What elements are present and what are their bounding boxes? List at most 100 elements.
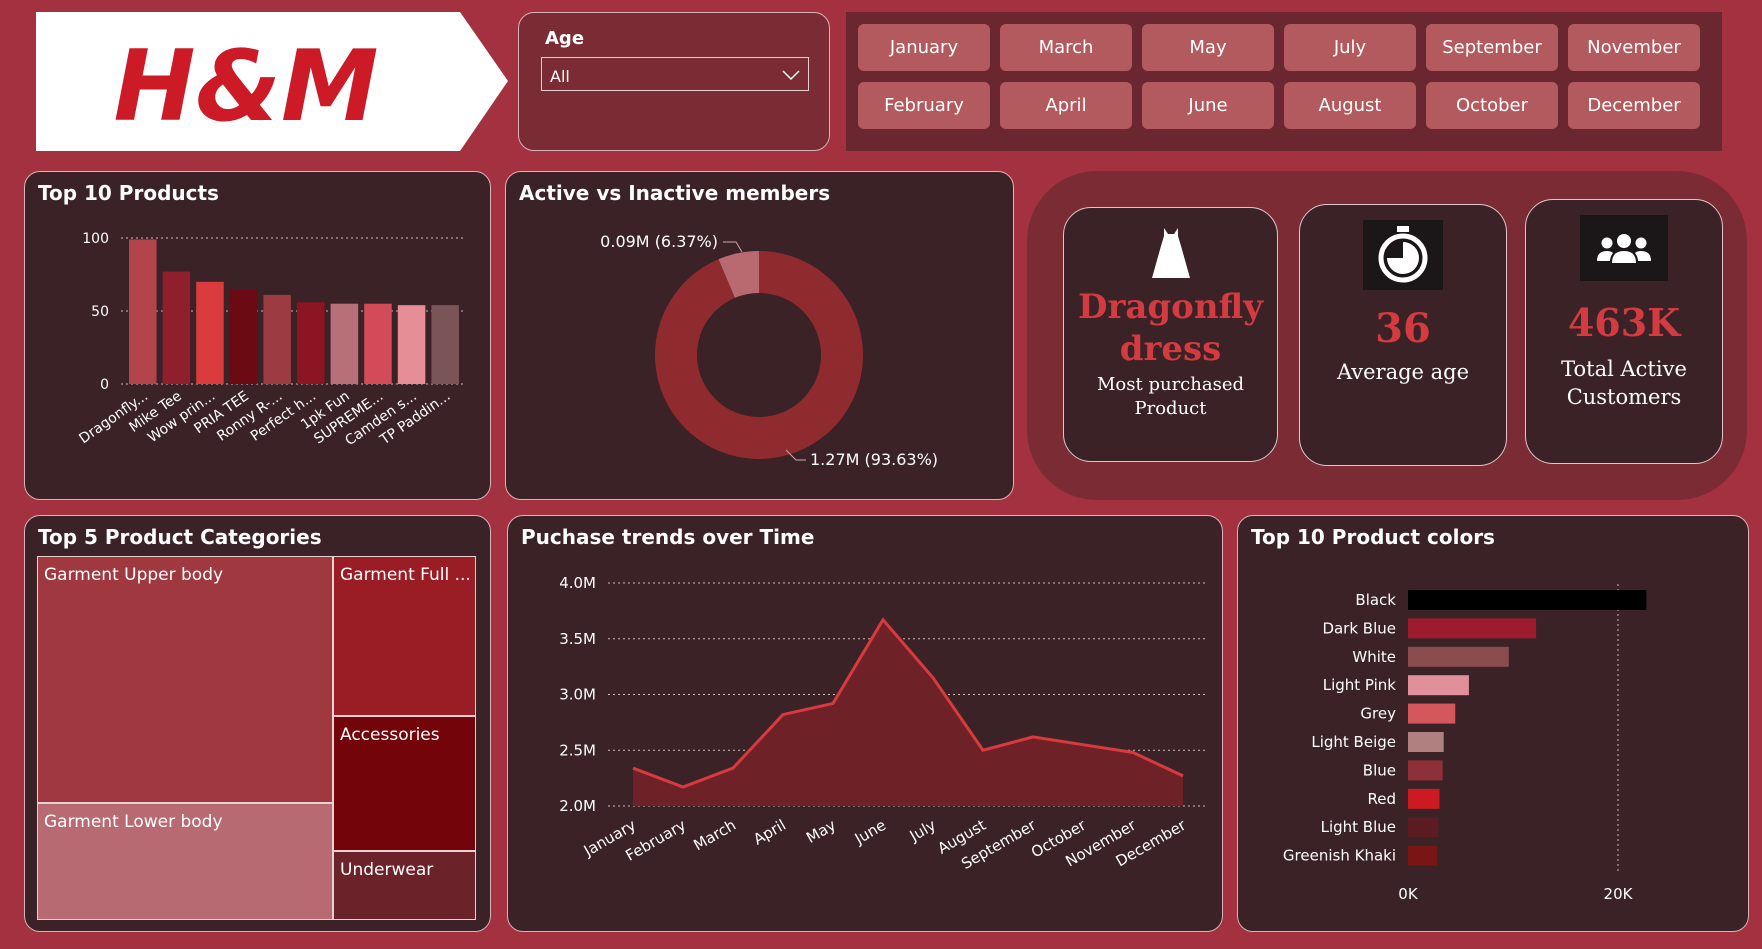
age-filter-card: Age All bbox=[518, 12, 830, 151]
x-tick-label: July bbox=[906, 816, 939, 846]
bar bbox=[431, 305, 459, 384]
treemap-label: Garment Full ... bbox=[340, 565, 471, 585]
month-button-june[interactable]: June bbox=[1142, 82, 1274, 129]
treemap-cell[interactable]: Garment Upper body bbox=[37, 556, 333, 803]
inactive-label: 0.09M (6.37%) bbox=[600, 232, 718, 251]
month-button-october[interactable]: October bbox=[1426, 82, 1558, 129]
bar bbox=[364, 303, 392, 384]
treemap-cell[interactable]: Garment Lower body bbox=[37, 803, 333, 920]
active-label: 1.27M (93.63%) bbox=[810, 450, 938, 469]
y-tick-label: 4.0M bbox=[559, 574, 596, 592]
age-label: Age bbox=[545, 28, 585, 49]
kpi-most-purchased: Dragonfly dress Most purchased Product bbox=[1063, 207, 1278, 462]
month-slicer: January March May July September Novembe… bbox=[846, 12, 1722, 151]
bar bbox=[229, 289, 258, 384]
bar bbox=[1408, 618, 1537, 639]
treemap-label: Garment Upper body bbox=[44, 565, 224, 585]
bar bbox=[330, 303, 359, 384]
month-button-august[interactable]: August bbox=[1284, 82, 1416, 129]
kpi-product-label2: Product bbox=[1134, 398, 1207, 419]
donut-slice bbox=[655, 251, 863, 459]
y-tick-label: White bbox=[1352, 648, 1396, 666]
bar bbox=[1408, 760, 1443, 781]
month-button-april[interactable]: April bbox=[1000, 82, 1132, 129]
y-tick-label: Black bbox=[1355, 591, 1396, 609]
categories-card: Top 5 Product Categories Garment Upper b… bbox=[24, 515, 491, 932]
month-button-may[interactable]: May bbox=[1142, 24, 1274, 71]
bar bbox=[1408, 817, 1439, 838]
bar bbox=[1408, 646, 1509, 667]
stopwatch-icon-box bbox=[1363, 220, 1443, 290]
kpi-product-line2: dress bbox=[1119, 329, 1222, 369]
treemap-cell[interactable]: Garment Full ... bbox=[333, 556, 476, 716]
top-products-chart: 050100Dragonfly...Mike TeeWow prin...PRI… bbox=[76, 231, 465, 449]
y-tick-label: 2.0M bbox=[559, 797, 596, 815]
trends-title: Puchase trends over Time bbox=[521, 525, 815, 549]
people-icon-box bbox=[1580, 215, 1668, 281]
y-tick-label: 3.5M bbox=[559, 630, 596, 648]
stopwatch-icon bbox=[1378, 226, 1428, 283]
leader-line bbox=[723, 241, 743, 253]
kpi-age-label: Average age bbox=[1336, 360, 1470, 384]
colors-title: Top 10 Product colors bbox=[1251, 525, 1495, 549]
kpi-product-label: Most purchased Product bbox=[1064, 373, 1277, 421]
x-tick-label: June bbox=[851, 816, 889, 848]
x-tick-label: 20K bbox=[1604, 885, 1634, 903]
y-tick-label: Blue bbox=[1363, 761, 1396, 779]
bar bbox=[196, 281, 224, 384]
kpi-customers-value: 463K bbox=[1567, 300, 1681, 345]
bar bbox=[1408, 845, 1438, 866]
kpi-customers-label2: Customers bbox=[1566, 385, 1682, 409]
bar bbox=[162, 271, 191, 384]
y-tick-label: Grey bbox=[1360, 705, 1396, 723]
members-card: Active vs Inactive members 0.09M (6.37%)… bbox=[505, 171, 1014, 500]
x-tick-label: April bbox=[750, 816, 789, 849]
colors-card: Top 10 Product colors 0K 20K Black Dark Blu… bbox=[1237, 515, 1749, 932]
month-button-march[interactable]: March bbox=[1000, 24, 1132, 71]
age-dropdown[interactable]: All bbox=[541, 57, 809, 91]
y-tick-label: 2.5M bbox=[559, 741, 596, 759]
members-donut-chart: 0.09M (6.37%) 1.27M (93.63%) bbox=[600, 232, 938, 469]
x-tick-label: 0K bbox=[1398, 885, 1419, 903]
trends-card: Puchase trends over Time 2.0M 2.5M 3.0M 3.5… bbox=[507, 515, 1223, 932]
trends-area-chart: 2.0M2.5M3.0M3.5M4.0MJanuaryFebruary March… bbox=[559, 574, 1208, 873]
people-icon bbox=[1597, 234, 1651, 263]
kpi-customers-label1: Total Active bbox=[1561, 357, 1687, 381]
kpi-average-age: 36 Average age bbox=[1299, 204, 1507, 466]
top-products-card: Top 10 Products 0 50 100 Dragonfly... Mike T… bbox=[24, 171, 491, 500]
month-button-september[interactable]: September bbox=[1426, 24, 1558, 71]
y-tick-label: Red bbox=[1368, 790, 1397, 808]
kpi-product-line1: Dragonfly bbox=[1077, 287, 1264, 327]
month-button-december[interactable]: December bbox=[1568, 82, 1700, 129]
kpi-customers-label: Total Active Customers bbox=[1526, 355, 1722, 411]
y-tick-label: Light Pink bbox=[1323, 676, 1397, 694]
month-button-july[interactable]: July bbox=[1284, 24, 1416, 71]
y-tick-label: Light Blue bbox=[1321, 818, 1396, 836]
dress-icon bbox=[1152, 228, 1190, 278]
month-button-november[interactable]: November bbox=[1568, 24, 1700, 71]
kpi-total-customers: 463K Total Active Customers bbox=[1525, 199, 1723, 464]
treemap-cell[interactable]: Underwear bbox=[333, 851, 476, 920]
bar bbox=[129, 239, 157, 384]
treemap-label: Underwear bbox=[340, 860, 434, 880]
bar bbox=[397, 305, 426, 384]
kpi-panel: Dragonfly dress Most purchased Product 3… bbox=[1027, 171, 1747, 500]
treemap-label: Accessories bbox=[340, 725, 440, 745]
x-tick-label: May bbox=[803, 816, 839, 847]
kpi-product-value: Dragonfly dress bbox=[1064, 286, 1277, 370]
month-button-february[interactable]: February bbox=[858, 82, 990, 129]
colors-bar-chart: 0K 20K Black Dark Blue White Light Pink Grey Li… bbox=[1283, 584, 1647, 903]
members-title: Active vs Inactive members bbox=[519, 181, 831, 205]
y-tick-label: 3.0M bbox=[559, 686, 596, 704]
kpi-product-label1: Most purchased bbox=[1097, 374, 1244, 395]
y-tick-label: 50 bbox=[91, 304, 109, 320]
y-tick-label: 100 bbox=[82, 231, 109, 247]
treemap-cell[interactable]: Accessories bbox=[333, 716, 476, 851]
bar bbox=[1408, 703, 1456, 724]
bar bbox=[1408, 675, 1469, 696]
bar bbox=[1408, 732, 1444, 752]
month-button-january[interactable]: January bbox=[858, 24, 990, 71]
bar bbox=[1408, 788, 1440, 809]
bar bbox=[1408, 590, 1647, 610]
kpi-age-value: 36 bbox=[1375, 305, 1431, 352]
